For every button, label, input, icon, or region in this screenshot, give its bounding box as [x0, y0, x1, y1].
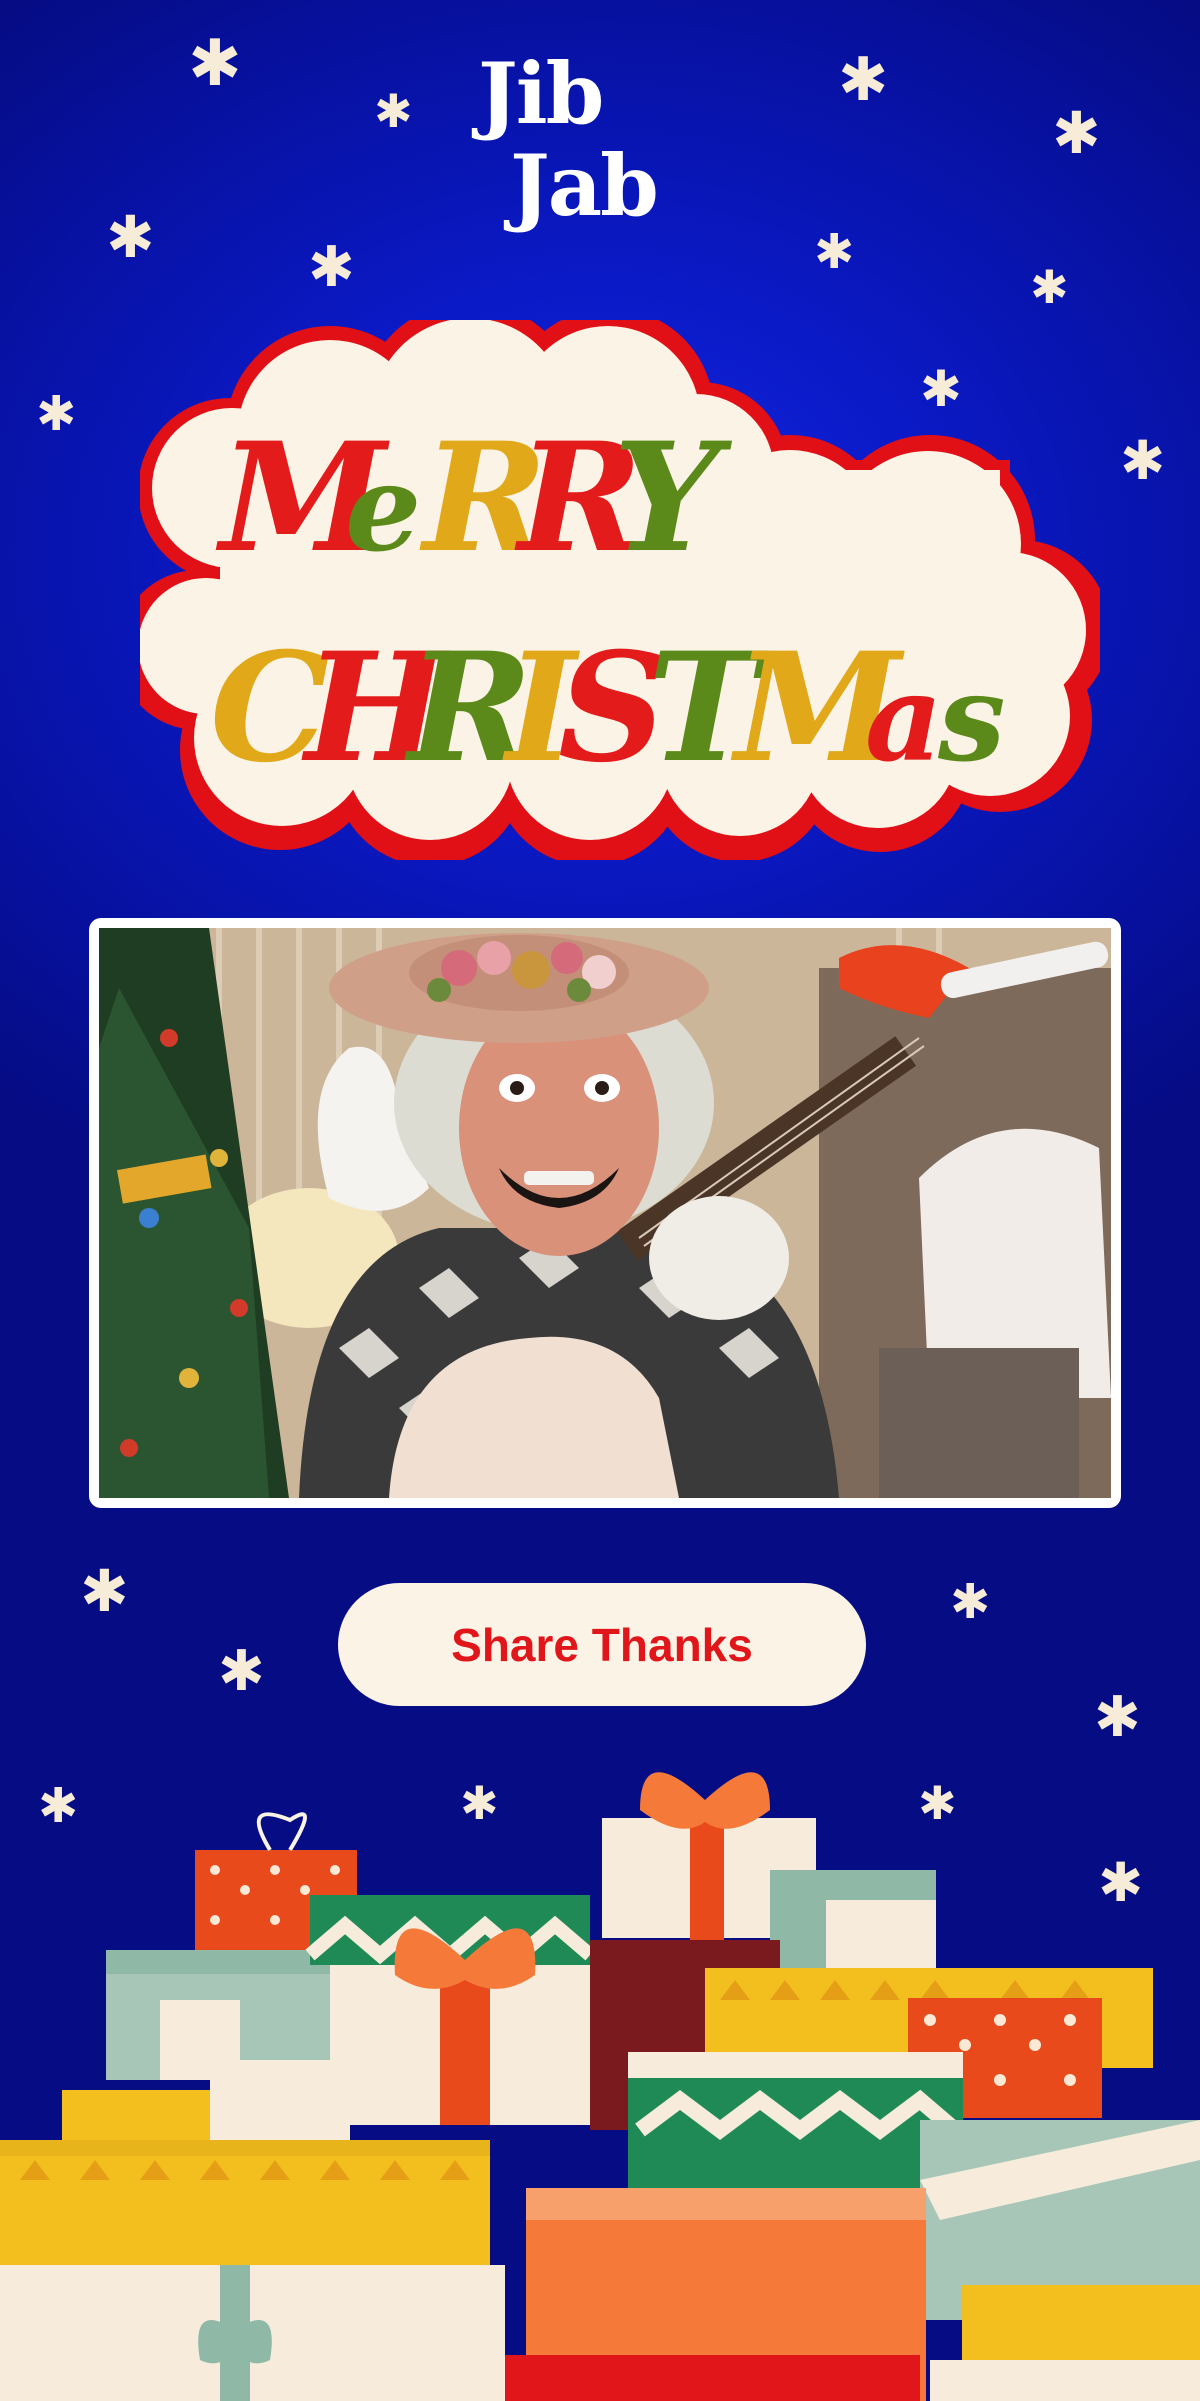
snowflake-star-icon: ✱ — [1094, 1685, 1141, 1750]
gift-box — [930, 2285, 1200, 2401]
banner-line-1: M e R R Y — [215, 410, 733, 586]
banner-letter: s — [937, 648, 1006, 789]
snowflake-star-icon: ✱ — [374, 84, 413, 138]
snowflake-star-icon: ✱ — [106, 203, 155, 271]
gift-box — [305, 1895, 595, 2125]
snowflake-star-icon: ✱ — [1120, 429, 1166, 492]
video-thumbnail[interactable] — [99, 928, 1111, 1498]
logo-line-1: Jib — [478, 44, 604, 143]
merry-christmas-banner: M e R R Y C H R I S T M a s — [140, 320, 1100, 860]
banner-line-2: C H R I S T M a s — [210, 620, 1006, 796]
gift-box — [628, 2052, 963, 2192]
gift-pile-illustration — [0, 1772, 1200, 2401]
logo-line-2: Jab — [510, 136, 659, 235]
gift-box — [770, 1870, 936, 1970]
banner-letter: a — [865, 648, 943, 789]
snowflake-star-icon: ✱ — [80, 1557, 129, 1625]
snowflake-star-icon: ✱ — [188, 27, 242, 101]
banner-letter: e — [345, 438, 421, 579]
gift-box — [0, 2265, 505, 2401]
snowflake-star-icon: ✱ — [838, 45, 889, 115]
jibjab-logo[interactable]: Jib Jab — [470, 52, 730, 262]
gift-box — [0, 2140, 490, 2270]
share-thanks-button[interactable]: Share Thanks — [338, 1583, 866, 1706]
snowflake-star-icon: ✱ — [814, 224, 855, 280]
snowflake-star-icon: ✱ — [36, 386, 77, 442]
snowflake-star-icon: ✱ — [218, 1639, 265, 1704]
snowflake-star-icon: ✱ — [950, 1574, 991, 1630]
snowflake-star-icon: ✱ — [308, 235, 355, 300]
gift-box — [470, 2188, 926, 2401]
snowflake-star-icon: ✱ — [1052, 99, 1101, 167]
christmas-ecard: ✱ ✱ ✱ ✱ ✱ ✱ ✱ ✱ ✱ ✱ ✱ ✱ ✱ ✱ ✱ ✱ ✱ ✱ ✱ Ji… — [0, 0, 1200, 2401]
banner-letter: Y — [613, 410, 733, 586]
snowflake-star-icon: ✱ — [1030, 260, 1069, 314]
video-still-image — [99, 928, 1111, 1498]
